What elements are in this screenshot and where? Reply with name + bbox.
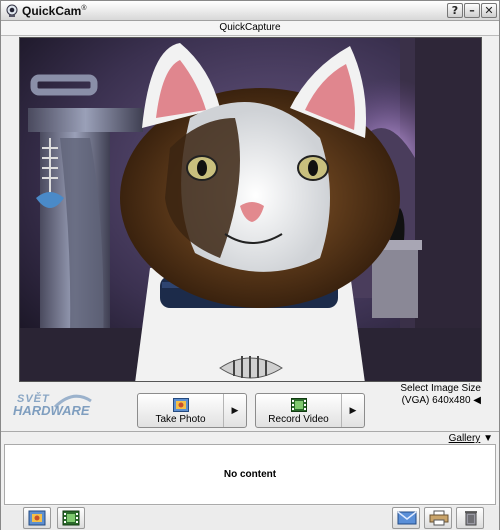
take-photo-button[interactable]: Take Photo ▶ (137, 393, 247, 428)
help-button[interactable]: ? (447, 3, 463, 18)
chevron-down-icon[interactable]: ▼ (483, 433, 493, 444)
select-image-size-label[interactable]: Select Image Size (400, 383, 481, 394)
logo-text-main: HARDWARE (13, 403, 90, 418)
minimize-button[interactable]: – (464, 3, 480, 18)
bottom-toolbar (1, 506, 499, 530)
webcam-icon (6, 4, 18, 17)
record-video-label: Record Video (268, 414, 329, 425)
gallery-area[interactable]: No content (4, 444, 496, 505)
close-button[interactable]: ✕ (481, 3, 497, 18)
gallery-empty-text: No content (223, 469, 277, 480)
film-icon (290, 398, 307, 412)
preview-image (20, 38, 481, 381)
capture-title: QuickCapture (219, 22, 281, 33)
take-photo-main[interactable]: Take Photo (138, 394, 224, 427)
camera-preview (19, 37, 482, 382)
print-button[interactable] (424, 507, 452, 529)
watermark-logo: SVĚT HARDWARE (13, 391, 99, 423)
record-video-button[interactable]: Record Video ▶ (255, 393, 365, 428)
gallery-header: Gallery ▼ (1, 431, 499, 444)
window-title: QuickCam® (22, 4, 87, 18)
title-bar[interactable]: QuickCam® ? – ✕ (1, 1, 499, 21)
email-button[interactable] (392, 507, 420, 529)
photo-icon (172, 398, 189, 412)
record-video-main[interactable]: Record Video (256, 394, 342, 427)
quickcam-window: QuickCam® ? – ✕ QuickCapture SVĚT HARDWA… (0, 0, 500, 530)
gallery-toggle[interactable]: Gallery ▼ (449, 433, 493, 444)
delete-button[interactable] (456, 507, 484, 529)
trash-icon (465, 511, 477, 526)
photo-filter-button[interactable] (23, 507, 51, 529)
record-video-menu-arrow[interactable]: ▶ (342, 394, 364, 427)
video-filter-icon (62, 510, 80, 526)
photo-filter-icon (28, 510, 46, 526)
take-photo-label: Take Photo (155, 414, 206, 425)
video-filter-button[interactable] (57, 507, 85, 529)
image-size-value[interactable]: (VGA) 640x480 ◀ (402, 395, 481, 406)
print-icon (429, 510, 449, 526)
email-icon (397, 511, 417, 525)
size-arrow-icon[interactable]: ◀ (473, 395, 481, 406)
take-photo-menu-arrow[interactable]: ▶ (224, 394, 246, 427)
capture-header: QuickCapture (1, 21, 499, 36)
